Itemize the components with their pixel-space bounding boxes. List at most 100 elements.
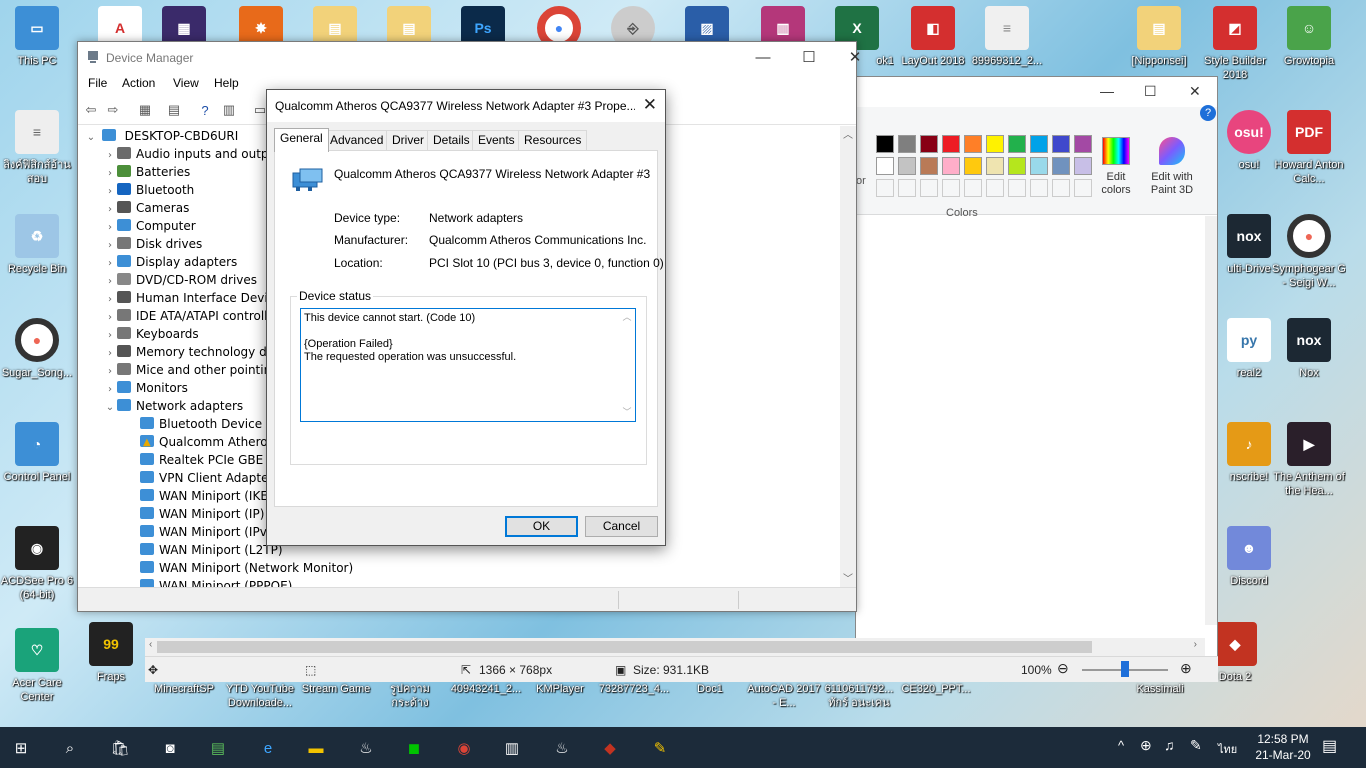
scroll-left-icon[interactable]: ‹ (149, 639, 152, 650)
tree-category[interactable]: › Audio inputs and outpu (103, 145, 276, 163)
search-icon[interactable]: ⌕ (58, 736, 82, 760)
tab-advanced[interactable]: Advanced (324, 130, 390, 151)
minimize-button[interactable]: — (740, 46, 786, 70)
paint-horizontal-scrollbar[interactable]: ‹ › (145, 638, 1205, 656)
tree-category[interactable]: › Batteries (103, 163, 190, 181)
tree-category[interactable]: ⌄ Network adapters (103, 397, 243, 415)
desktop-icon-kmplayer[interactable]: KMPlayer (522, 682, 598, 696)
zoom-out-icon[interactable]: ⊖ (1057, 660, 1069, 677)
desktop-icon-ytd[interactable]: YTD YouTube Downloade... (222, 682, 298, 710)
scroll-up-icon[interactable]: ︿ (619, 311, 635, 324)
tree-category[interactable]: › Human Interface Device (103, 289, 282, 307)
notification-icon[interactable]: ▤ (1322, 736, 1337, 756)
color-swatch[interactable] (898, 157, 916, 175)
tree-category[interactable]: › Display adapters (103, 253, 237, 271)
tab-driver[interactable]: Driver (386, 130, 430, 151)
color-swatch[interactable] (1052, 135, 1070, 153)
help-icon[interactable]: ? (1200, 105, 1216, 121)
zoom-in-icon[interactable]: ⊕ (1180, 660, 1192, 677)
desktop-icon-symphogear[interactable]: ● Symphogear G - Seigi W... (1272, 214, 1346, 290)
volume-icon[interactable]: ♫ (1164, 737, 1175, 753)
tree-device[interactable]: Bluetooth Device (Pe (140, 415, 285, 433)
maximize-button[interactable]: ☐ (786, 46, 832, 70)
close-button[interactable]: ✕ (1189, 83, 1201, 100)
desktop-icon-acer-care[interactable]: ♡ Acer Care Center (0, 628, 74, 704)
chevron-up-icon[interactable]: ^ (1118, 738, 1124, 753)
tree-device[interactable]: WAN Miniport (IP) (140, 505, 264, 523)
tree-category[interactable]: › Keyboards (103, 325, 199, 343)
scroll-down-icon[interactable]: ﹀ (619, 406, 635, 419)
scrollbar-thumb[interactable] (157, 641, 1092, 653)
color-swatch[interactable] (1030, 157, 1048, 175)
tree-device[interactable]: ▲ Qualcomm Atheros (140, 433, 274, 451)
scroll-down-icon[interactable]: ﹀ (843, 570, 853, 585)
color-swatch[interactable] (920, 135, 938, 153)
desktop-icon-acdsee[interactable]: ◉ ACDSee Pro 6 (64-bit) (0, 526, 74, 602)
desktop-icon-osu[interactable]: osu! osu! (1218, 110, 1280, 172)
show-hide-console-icon[interactable]: ▦ (135, 101, 155, 119)
maximize-button[interactable]: ☐ (1144, 83, 1157, 100)
tree-root[interactable]: ⌄ DESKTOP-CBD6URI (84, 127, 238, 145)
empty-color-swatch[interactable] (876, 179, 894, 197)
edit-with-paint-3d-button[interactable]: Edit with Paint 3D (1146, 137, 1198, 197)
desktop-icon-subscribe[interactable]: ♪ nscribe! (1218, 422, 1280, 484)
tab-events[interactable]: Events (472, 130, 521, 151)
forward-arrow-icon[interactable]: ⇨ (103, 101, 123, 119)
tree-device[interactable]: WAN Miniport (L2TP) (140, 541, 283, 559)
camera-icon[interactable]: ◙ (158, 736, 182, 760)
ok-button[interactable]: OK (505, 516, 578, 537)
desktop-icon-nox[interactable]: nox Nox (1272, 318, 1346, 380)
device-manager-taskbar-icon[interactable]: ▥ (500, 736, 524, 760)
color-swatch[interactable] (876, 135, 894, 153)
tree-category[interactable]: › Computer (103, 217, 196, 235)
desktop-icon-anthem[interactable]: ▶ The Anthem of the Hea... (1272, 422, 1346, 498)
steam-icon[interactable]: ♨ (354, 736, 378, 760)
line-icon[interactable]: ◼ (402, 736, 426, 760)
file-explorer-icon[interactable]: ▬ (304, 736, 328, 760)
desktop-icon-this-pc[interactable]: ▭ This PC (0, 6, 74, 68)
color-swatch[interactable] (986, 135, 1004, 153)
close-icon[interactable]: ✕ (643, 95, 657, 115)
paint-canvas[interactable] (856, 216, 1205, 625)
clock-date[interactable]: 21-Mar-20 (1253, 748, 1313, 762)
device-tree-scrollbar[interactable]: ︿ ﹀ (840, 126, 856, 587)
color-swatch[interactable] (898, 135, 916, 153)
desktop-icon-40943241[interactable]: 40943241_2... (448, 682, 524, 696)
desktop-icon-discord[interactable]: ☻ Discord (1218, 526, 1280, 588)
empty-color-swatch[interactable] (1074, 179, 1092, 197)
desktop-icon-thai-folder[interactable]: รูปความกระด้าง (372, 682, 448, 710)
tree-device[interactable]: Realtek PCIe GBE Far (140, 451, 285, 469)
tree-category[interactable]: › Monitors (103, 379, 188, 397)
desktop-icon-6110611792[interactable]: 6110611792... ทักร์ อนะเคน (820, 682, 898, 710)
desktop-icon-growtopia[interactable]: ☺ Growtopia (1272, 6, 1346, 68)
empty-color-swatch[interactable] (1008, 179, 1026, 197)
desktop-icon-sugar-song[interactable]: ● Sugar_Song... (0, 318, 74, 380)
desktop-icon-doc1[interactable]: Doc1 (672, 682, 748, 696)
pen-icon[interactable]: ✎ (1190, 737, 1202, 754)
tree-device[interactable]: WAN Miniport (PPPOE) (140, 577, 292, 587)
empty-color-swatch[interactable] (1030, 179, 1048, 197)
desktop-icon-minecraftsp[interactable]: MinecraftSP (146, 682, 222, 696)
menu-file[interactable]: File (88, 76, 107, 90)
chevron-down-icon[interactable]: ⌄ (84, 129, 98, 147)
device-status-textbox[interactable]: This device cannot start. (Code 10) {Ope… (300, 308, 636, 422)
desktop-icon-layout[interactable]: ◧ LayOut 2018 (896, 6, 970, 68)
edit-colors-button[interactable]: Edit colors (1094, 137, 1138, 197)
status-scrollbar[interactable]: ︿ ﹀ (619, 309, 635, 421)
tree-category[interactable]: › Memory technology dev (103, 343, 281, 361)
desktop-icon-howard-anton[interactable]: PDF Howard Anton Calc... (1272, 110, 1346, 186)
empty-color-swatch[interactable] (920, 179, 938, 197)
cancel-button[interactable]: Cancel (585, 516, 658, 537)
empty-color-swatch[interactable] (986, 179, 1004, 197)
desktop-icon-autocad[interactable]: AutoCAD 2017 - E... (746, 682, 822, 710)
color-swatch[interactable] (1030, 135, 1048, 153)
desktop-icon-recycle-bin[interactable]: ♻ Recycle Bin (0, 214, 74, 276)
close-button[interactable]: ✕ (832, 46, 878, 70)
empty-color-swatch[interactable] (964, 179, 982, 197)
scroll-up-icon[interactable]: ︿ (843, 126, 853, 141)
tree-device[interactable]: VPN Client Adapter - (140, 469, 282, 487)
tab-resources[interactable]: Resources (518, 130, 588, 151)
desktop-icon-nipponsei[interactable]: ▤ [Nipponsei] (1122, 6, 1196, 68)
color-swatch[interactable] (942, 135, 960, 153)
paint-vertical-scrollbar[interactable] (1205, 216, 1217, 625)
